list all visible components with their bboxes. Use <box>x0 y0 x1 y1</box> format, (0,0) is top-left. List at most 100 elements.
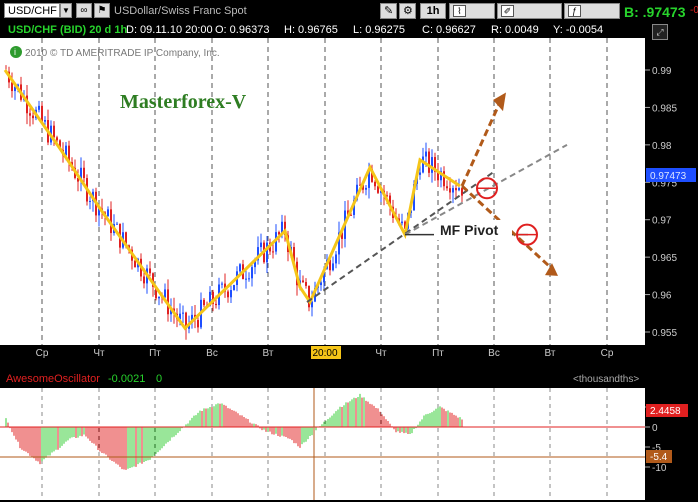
candle-body-74 <box>227 291 229 298</box>
candle-body-76 <box>233 285 235 291</box>
osc-tick-label-3: -10 <box>652 463 667 474</box>
candle-body-82 <box>251 267 253 279</box>
price-tick-label-0: 0.99 <box>652 66 672 77</box>
price-chart[interactable]: i 2010 © TD AMERITRADE IP Company, Inc. … <box>0 22 698 370</box>
osc-tick-label-1: 0 <box>652 423 658 434</box>
drawings-icon: ✐ <box>501 5 514 17</box>
info-icon[interactable] <box>10 46 22 58</box>
candle-body-152 <box>461 188 463 196</box>
bid-value: .97473 <box>642 4 686 20</box>
studies-button[interactable]: ƒStudies <box>564 3 620 31</box>
oscillator-panel[interactable]: AwesomeOscillator -0.0021 0 <thousandths… <box>0 370 698 502</box>
candle-body-147 <box>446 186 448 189</box>
time-label-6: Чт <box>375 348 387 359</box>
time-axis: Ср Чт Пт Вс Вт 20:00 Чт Пт Вс Вт Ср <box>36 346 614 359</box>
candle-body-105 <box>320 282 322 286</box>
time-label-7: Пт <box>432 348 444 359</box>
candle-body-132 <box>401 221 403 224</box>
info-icon-glyph: i <box>14 47 16 57</box>
toolbar: USD/CHF ▼ ∞ ⚑ USDollar/Swiss Franc Spot … <box>0 0 698 31</box>
candle-body-34 <box>107 209 109 217</box>
candle-body-9 <box>32 115 34 119</box>
price-axis: 0.990.9850.980.9750.970.9650.960.955 <box>645 66 677 339</box>
candle-body-78 <box>239 264 241 272</box>
candle-body-66 <box>203 299 205 306</box>
candle-body-2 <box>11 82 13 92</box>
gear-icon[interactable]: ✎ <box>380 3 397 19</box>
candle-body-75 <box>230 290 232 298</box>
candle-body-120 <box>365 187 367 190</box>
flag-icon[interactable]: ⚑ <box>94 3 110 18</box>
link-icon[interactable]: ∞ <box>76 3 92 18</box>
price-tick-label-5: 0.965 <box>652 253 677 264</box>
bid-change: -0 <box>690 5 698 16</box>
candle-body-140 <box>425 151 427 157</box>
time-label-2: Пт <box>149 348 161 359</box>
osc-current-value: 2.4458 <box>650 406 681 417</box>
oscillator-plot-area <box>0 388 645 500</box>
watermark-text: Masterforex-V <box>120 91 247 113</box>
time-label-1: Чт <box>93 348 105 359</box>
candle-body-110 <box>335 254 337 264</box>
candle-body-123 <box>374 181 376 187</box>
style-button[interactable]: ⌇Style <box>449 3 495 31</box>
candle-body-99 <box>302 280 304 283</box>
time-label-0: Ср <box>36 348 49 359</box>
time-label-5: 20:00 <box>312 348 337 359</box>
time-label-10: Ср <box>601 348 614 359</box>
candle-body-142 <box>431 157 433 173</box>
chevron-down-icon[interactable]: ▼ <box>60 3 72 18</box>
candle-body-72 <box>221 283 223 285</box>
time-label-9: Вт <box>545 348 556 359</box>
candle-body-43 <box>134 260 136 268</box>
studies-icon: ƒ <box>568 5 581 17</box>
price-tick-label-4: 0.97 <box>652 216 672 227</box>
candle-body-70 <box>215 303 217 306</box>
time-label-3: Вс <box>206 348 218 359</box>
candle-body-51 <box>158 296 160 299</box>
candle-body-148 <box>449 188 451 193</box>
candle-body-85 <box>260 242 262 248</box>
candle-body-141 <box>428 151 430 173</box>
price-tick-label-1: 0.985 <box>652 103 677 114</box>
current-price-value: 0.97473 <box>650 171 687 182</box>
symbol-input[interactable]: USD/CHF <box>4 3 60 18</box>
candle-body-80 <box>245 278 247 280</box>
price-tick-label-7: 0.955 <box>652 328 677 339</box>
drawings-button[interactable]: ✐Drawings <box>497 3 562 31</box>
candle-body-16 <box>53 125 55 138</box>
candle-body-149 <box>452 188 454 193</box>
candle-body-138 <box>419 172 421 175</box>
candle-body-100 <box>305 282 307 286</box>
candle-body-150 <box>455 188 457 191</box>
candle-body-64 <box>197 319 199 328</box>
candle-body-59 <box>182 312 184 314</box>
bid-label: B: <box>624 4 639 20</box>
copyright-text: 2010 © TD AMERITRADE IP Company, Inc. <box>25 48 220 59</box>
oscillator-name: AwesomeOscillator <box>6 373 100 385</box>
candle-body-109 <box>332 263 334 271</box>
candle-body-26 <box>83 167 85 179</box>
pivot-label: MF Pivot <box>440 222 499 238</box>
candle-body-87 <box>266 242 268 263</box>
candle-body-151 <box>458 188 460 191</box>
candle-body-89 <box>272 251 274 253</box>
oscillator-value: -0.0021 <box>108 373 145 385</box>
price-tick-label-6: 0.96 <box>652 291 672 302</box>
chart-window: USD/CHF ▼ ∞ ⚑ USDollar/Swiss Franc Spot … <box>0 0 698 502</box>
price-tick-label-2: 0.98 <box>652 141 672 152</box>
oscillator-units: <thousandths> <box>573 374 639 385</box>
candle-body-8 <box>29 113 31 116</box>
price-plot-area <box>0 38 645 345</box>
oscillator-zero: 0 <box>156 373 162 385</box>
candle-body-17 <box>56 137 58 141</box>
timeframe-button[interactable]: 1h <box>420 3 446 19</box>
tools-icon[interactable]: ⚙ <box>399 3 416 19</box>
osc-crosshair-value: -5.4 <box>650 452 668 463</box>
candle-body-37 <box>116 223 118 225</box>
candle-body-81 <box>248 278 250 280</box>
candle-body-48 <box>149 268 151 274</box>
candle-body-28 <box>89 200 91 202</box>
bid-quote: B: .97473 <box>624 4 686 20</box>
candle-body-46 <box>143 276 145 284</box>
